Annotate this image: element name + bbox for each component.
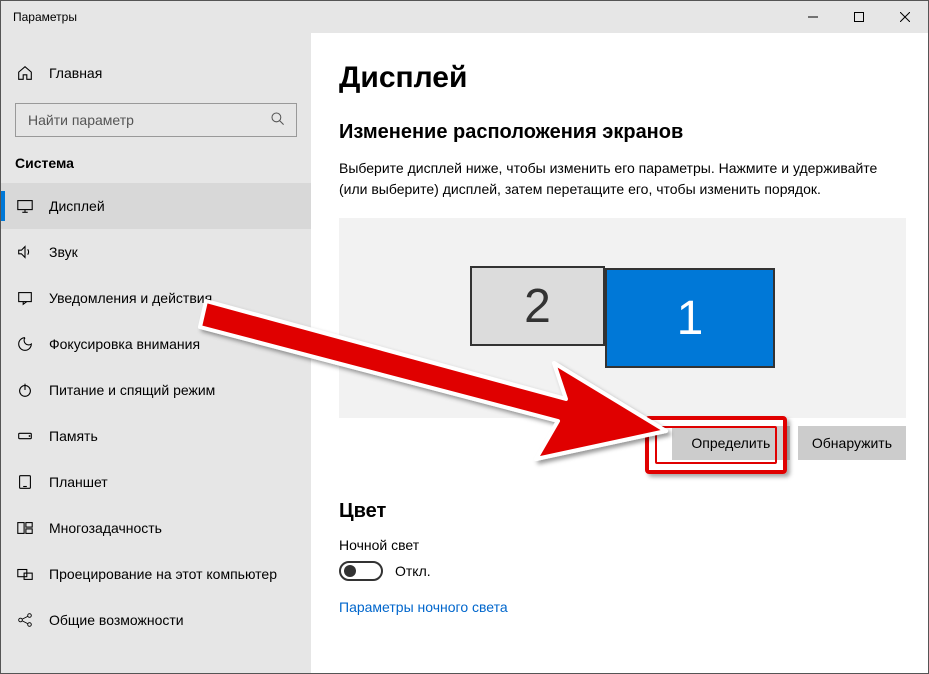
display-icon bbox=[15, 197, 35, 215]
sidebar-item-focus[interactable]: Фокусировка внимания bbox=[1, 321, 311, 367]
sidebar-item-label: Память bbox=[49, 428, 98, 444]
minimize-button[interactable] bbox=[790, 1, 836, 33]
shared-icon bbox=[15, 611, 35, 629]
arrange-heading: Изменение расположения экранов bbox=[339, 121, 906, 144]
search-icon bbox=[270, 111, 286, 130]
sidebar-item-label: Уведомления и действия bbox=[49, 290, 212, 306]
monitor-1[interactable]: 1 bbox=[605, 268, 775, 368]
sidebar-item-tablet[interactable]: Планшет bbox=[1, 459, 311, 505]
page-title: Дисплей bbox=[339, 61, 906, 95]
home-link[interactable]: Главная bbox=[1, 55, 311, 91]
toggle-state-label: Откл. bbox=[395, 563, 431, 579]
home-label: Главная bbox=[49, 65, 102, 81]
close-button[interactable] bbox=[882, 1, 928, 33]
sidebar-item-label: Планшет bbox=[49, 474, 108, 490]
maximize-button[interactable] bbox=[836, 1, 882, 33]
monitor-2[interactable]: 2 bbox=[470, 266, 605, 346]
sidebar-item-notifications[interactable]: Уведомления и действия bbox=[1, 275, 311, 321]
search-input[interactable] bbox=[26, 111, 270, 129]
sidebar-item-label: Дисплей bbox=[49, 198, 105, 214]
content-pane: Дисплей Изменение расположения экранов В… bbox=[311, 33, 928, 673]
notifications-icon bbox=[15, 289, 35, 307]
sidebar-item-power[interactable]: Питание и спящий режим bbox=[1, 367, 311, 413]
nav-list: Дисплей Звук Уведомления и действия Фоку… bbox=[1, 183, 311, 643]
sidebar-item-storage[interactable]: Память bbox=[1, 413, 311, 459]
storage-icon bbox=[15, 427, 35, 445]
nightlight-toggle[interactable] bbox=[339, 561, 383, 581]
identify-button[interactable]: Определить bbox=[672, 426, 790, 460]
category-heading: Система bbox=[1, 155, 311, 183]
sidebar-item-project[interactable]: Проецирование на этот компьютер bbox=[1, 551, 311, 597]
sidebar-item-label: Проецирование на этот компьютер bbox=[49, 566, 277, 582]
sidebar-item-sound[interactable]: Звук bbox=[1, 229, 311, 275]
sidebar-item-shared[interactable]: Общие возможности bbox=[1, 597, 311, 643]
nightlight-label: Ночной свет bbox=[339, 537, 906, 553]
sidebar-item-display[interactable]: Дисплей bbox=[1, 183, 311, 229]
sidebar-item-label: Звук bbox=[49, 244, 78, 260]
sidebar-item-label: Фокусировка внимания bbox=[49, 336, 200, 352]
arrange-description: Выберите дисплей ниже, чтобы изменить ег… bbox=[339, 158, 899, 200]
home-icon bbox=[15, 64, 35, 82]
display-arrangement-area[interactable]: 2 1 bbox=[339, 218, 906, 418]
tablet-icon bbox=[15, 473, 35, 491]
detect-button[interactable]: Обнаружить bbox=[798, 426, 906, 460]
sidebar-item-label: Общие возможности bbox=[49, 612, 184, 628]
power-icon bbox=[15, 381, 35, 399]
sidebar: Главная Система Дисплей Звук Уведомления… bbox=[1, 33, 311, 673]
nightlight-settings-link[interactable]: Параметры ночного света bbox=[339, 599, 508, 615]
window-title: Параметры bbox=[13, 10, 77, 24]
sidebar-item-label: Многозадачность bbox=[49, 520, 162, 536]
sidebar-item-multitask[interactable]: Многозадачность bbox=[1, 505, 311, 551]
color-heading: Цвет bbox=[339, 500, 906, 523]
titlebar: Параметры bbox=[1, 1, 928, 33]
sidebar-item-label: Питание и спящий режим bbox=[49, 382, 215, 398]
focus-icon bbox=[15, 335, 35, 353]
search-box[interactable] bbox=[15, 103, 297, 137]
project-icon bbox=[15, 565, 35, 583]
multitask-icon bbox=[15, 519, 35, 537]
sound-icon bbox=[15, 243, 35, 261]
